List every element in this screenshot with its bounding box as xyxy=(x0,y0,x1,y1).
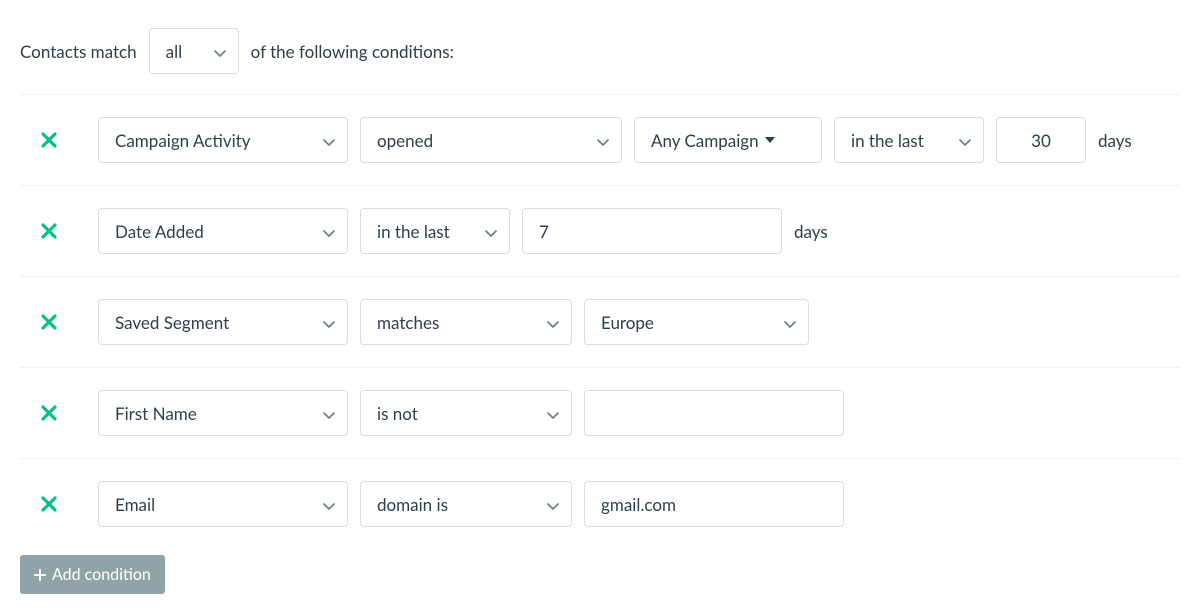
remove-condition-button[interactable] xyxy=(38,405,60,421)
operator-value: matches xyxy=(377,312,439,333)
field-select[interactable]: Email xyxy=(98,481,348,527)
field-value: Saved Segment xyxy=(115,312,229,333)
conditions-list: Campaign Activity opened Any Campaign in… xyxy=(20,94,1180,549)
condition-row: Email domain is gmail.com xyxy=(20,458,1180,549)
operator-value: is not xyxy=(377,403,418,424)
chevron-down-icon xyxy=(959,130,971,151)
value-input[interactable] xyxy=(584,390,844,436)
chevron-down-icon xyxy=(323,403,335,424)
field-select[interactable]: Campaign Activity xyxy=(98,117,348,163)
chevron-down-icon xyxy=(547,403,559,424)
add-condition-label: Add condition xyxy=(52,565,151,584)
value-input[interactable]: 7 xyxy=(522,208,782,254)
operator-select[interactable]: opened xyxy=(360,117,622,163)
remove-condition-button[interactable] xyxy=(38,223,60,239)
condition-row: Campaign Activity opened Any Campaign in… xyxy=(20,94,1180,185)
operator-select[interactable]: matches xyxy=(360,299,572,345)
segment-value: Europe xyxy=(601,312,654,333)
remove-condition-button[interactable] xyxy=(38,496,60,512)
chevron-down-icon xyxy=(214,41,226,62)
chevron-down-icon xyxy=(597,130,609,151)
field-value: Campaign Activity xyxy=(115,130,251,151)
match-mode-value: all xyxy=(166,41,182,62)
chevron-down-icon xyxy=(323,494,335,515)
field-select[interactable]: Date Added xyxy=(98,208,348,254)
segment-select[interactable]: Europe xyxy=(584,299,809,345)
field-value: Email xyxy=(115,494,155,515)
match-mode-select[interactable]: all xyxy=(149,28,239,74)
range-value: in the last xyxy=(851,130,924,151)
operator-value: opened xyxy=(377,130,433,151)
match-header: Contacts match all of the following cond… xyxy=(20,20,1180,94)
chevron-down-icon xyxy=(323,312,335,333)
chevron-down-icon xyxy=(323,221,335,242)
condition-row: First Name is not xyxy=(20,367,1180,458)
field-select[interactable]: First Name xyxy=(98,390,348,436)
chevron-down-icon xyxy=(547,312,559,333)
value-text: gmail.com xyxy=(601,494,676,515)
value-text: 7 xyxy=(539,221,549,242)
value-text: 30 xyxy=(1031,130,1051,151)
operator-select[interactable]: domain is xyxy=(360,481,572,527)
range-select[interactable]: in the last xyxy=(360,208,510,254)
field-value: First Name xyxy=(115,403,197,424)
unit-label: days xyxy=(1098,130,1132,151)
range-select[interactable]: in the last xyxy=(834,117,984,163)
match-suffix: of the following conditions: xyxy=(251,41,454,62)
close-icon xyxy=(41,223,57,239)
close-icon xyxy=(41,132,57,148)
chevron-down-icon xyxy=(547,494,559,515)
field-value: Date Added xyxy=(115,221,204,242)
close-icon xyxy=(41,405,57,421)
campaign-dropdown[interactable]: Any Campaign xyxy=(634,117,822,163)
value-input[interactable]: 30 xyxy=(996,117,1086,163)
remove-condition-button[interactable] xyxy=(38,132,60,148)
field-select[interactable]: Saved Segment xyxy=(98,299,348,345)
close-icon xyxy=(41,314,57,330)
chevron-down-icon xyxy=(784,312,796,333)
unit-label: days xyxy=(794,221,828,242)
value-input[interactable]: gmail.com xyxy=(584,481,844,527)
range-value: in the last xyxy=(377,221,450,242)
caret-down-icon xyxy=(765,137,775,143)
campaign-value: Any Campaign xyxy=(651,130,759,151)
plus-icon xyxy=(34,569,46,581)
add-condition-button[interactable]: Add condition xyxy=(20,555,165,594)
operator-select[interactable]: is not xyxy=(360,390,572,436)
condition-row: Saved Segment matches Europe xyxy=(20,276,1180,367)
match-prefix: Contacts match xyxy=(20,41,137,62)
chevron-down-icon xyxy=(485,221,497,242)
close-icon xyxy=(41,496,57,512)
condition-row: Date Added in the last 7 days xyxy=(20,185,1180,276)
operator-value: domain is xyxy=(377,494,448,515)
remove-condition-button[interactable] xyxy=(38,314,60,330)
chevron-down-icon xyxy=(323,130,335,151)
